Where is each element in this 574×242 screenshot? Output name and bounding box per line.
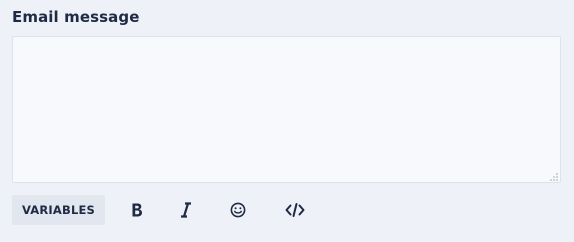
italic-button[interactable] xyxy=(171,195,201,225)
variables-button[interactable]: VARIABLES xyxy=(12,195,105,225)
email-message-textarea[interactable] xyxy=(12,36,561,183)
code-button[interactable] xyxy=(280,195,310,225)
bold-icon xyxy=(132,203,142,217)
resize-grip-icon[interactable] xyxy=(550,173,558,181)
field-label: Email message xyxy=(12,8,140,26)
email-message-panel: Email message VARIABLES xyxy=(0,0,574,242)
emoji-icon xyxy=(230,202,246,218)
emoji-button[interactable] xyxy=(223,195,253,225)
bold-button[interactable] xyxy=(122,195,152,225)
italic-icon xyxy=(181,202,191,218)
code-icon xyxy=(285,203,305,217)
